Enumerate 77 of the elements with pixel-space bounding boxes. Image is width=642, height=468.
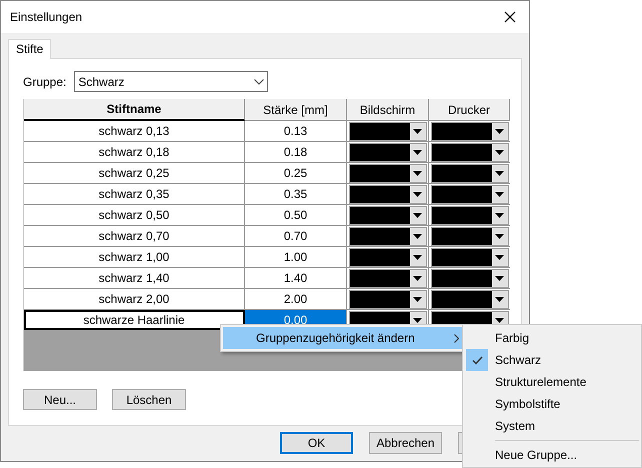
column-header[interactable]: Bildschirm [347,99,429,121]
table-cell: 0.18 [245,142,347,162]
window-title: Einstellungen [10,9,82,26]
color-dropdown[interactable] [348,268,426,288]
dropdown-arrow-icon [495,192,504,196]
table-cell: 0.13 [245,121,347,141]
color-dropdown[interactable] [348,142,426,162]
dropdown-arrow-icon [413,234,422,238]
dropdown-arrow-icon [495,254,504,260]
chevron-right-icon [454,334,459,342]
table-cell: schwarz 1,40 [24,268,245,288]
color-dropdown[interactable] [430,122,508,140]
table-cell: 0.35 [245,184,347,204]
column-header[interactable]: Drucker [429,99,510,121]
dropdown-arrow-icon [495,318,504,322]
group-label: Gruppe: [23,74,66,90]
table-cell: 0.70 [245,226,347,246]
color-dropdown[interactable] [430,268,508,288]
table-cell: schwarze Haarlinie [24,310,245,330]
tab[interactable]: Stifte [8,39,52,59]
dropdown-arrow-icon [413,276,422,280]
color-dropdown[interactable] [348,164,426,182]
color-dropdown[interactable] [348,290,426,308]
table-cell: schwarz 0,35 [24,184,245,204]
table-cell: schwarz 1,00 [24,247,245,267]
table-cell: schwarz 0,70 [24,226,245,246]
table-cell: schwarz 2,00 [24,289,245,309]
dropdown-arrow-icon [413,128,422,134]
table-cell: 0.25 [245,163,347,183]
dropdown-arrow-icon [413,150,422,154]
dialog-button[interactable]: OK [280,432,353,454]
dropdown-arrow-icon [413,170,422,176]
color-dropdown[interactable] [430,164,508,182]
color-dropdown[interactable] [430,184,508,204]
panel-button[interactable]: Löschen [112,389,186,410]
menu-item[interactable]: System [465,415,639,437]
menu-item[interactable]: Neue Gruppe... [465,444,639,466]
color-dropdown[interactable] [430,226,508,246]
dropdown-arrow-icon [495,128,504,134]
dropdown-arrow-icon [413,318,422,322]
dropdown-arrow-icon [495,170,504,176]
table-cell: 2.00 [245,289,347,309]
color-dropdown[interactable] [348,184,426,204]
column-header[interactable]: Stärke [mm] [245,99,347,121]
menu-item[interactable]: Symbolstifte [465,393,639,415]
dropdown-arrow-icon [495,234,504,238]
group-dropdown[interactable]: Schwarz [74,71,268,92]
table-cell: schwarz 0,50 [24,205,245,225]
dropdown-arrow-icon [413,212,422,218]
column-header[interactable]: Stiftname [24,99,245,121]
color-dropdown[interactable] [430,290,508,308]
menu-item[interactable]: Schwarz [465,349,639,371]
panel-button[interactable]: Neu... [23,389,97,410]
dropdown-arrow-icon [495,276,504,280]
table-cell: schwarz 0,25 [24,163,245,183]
table-cell: 1.40 [245,268,347,288]
menu-item[interactable]: Strukturelemente [465,371,639,393]
color-dropdown[interactable] [348,122,426,140]
color-dropdown[interactable] [430,248,508,266]
table-cell: schwarz 0,13 [24,121,245,141]
dialog-button[interactable]: Abbrechen [369,432,442,454]
dropdown-arrow-icon [413,192,422,196]
chevron-down-icon [254,78,264,84]
table-cell: 1.00 [245,247,347,267]
color-dropdown[interactable] [348,206,426,224]
dropdown-arrow-icon [495,212,504,218]
color-dropdown[interactable] [348,248,426,266]
dropdown-arrow-icon [495,296,504,302]
color-dropdown[interactable] [430,206,508,224]
color-dropdown[interactable] [348,226,426,246]
dropdown-arrow-icon [413,254,422,260]
dropdown-arrow-icon [413,296,422,302]
close-icon [504,11,516,23]
color-dropdown[interactable] [430,142,508,162]
table-cell: schwarz 0,18 [24,142,245,162]
table-cell: 0.50 [245,205,347,225]
dropdown-arrow-icon [495,150,504,154]
